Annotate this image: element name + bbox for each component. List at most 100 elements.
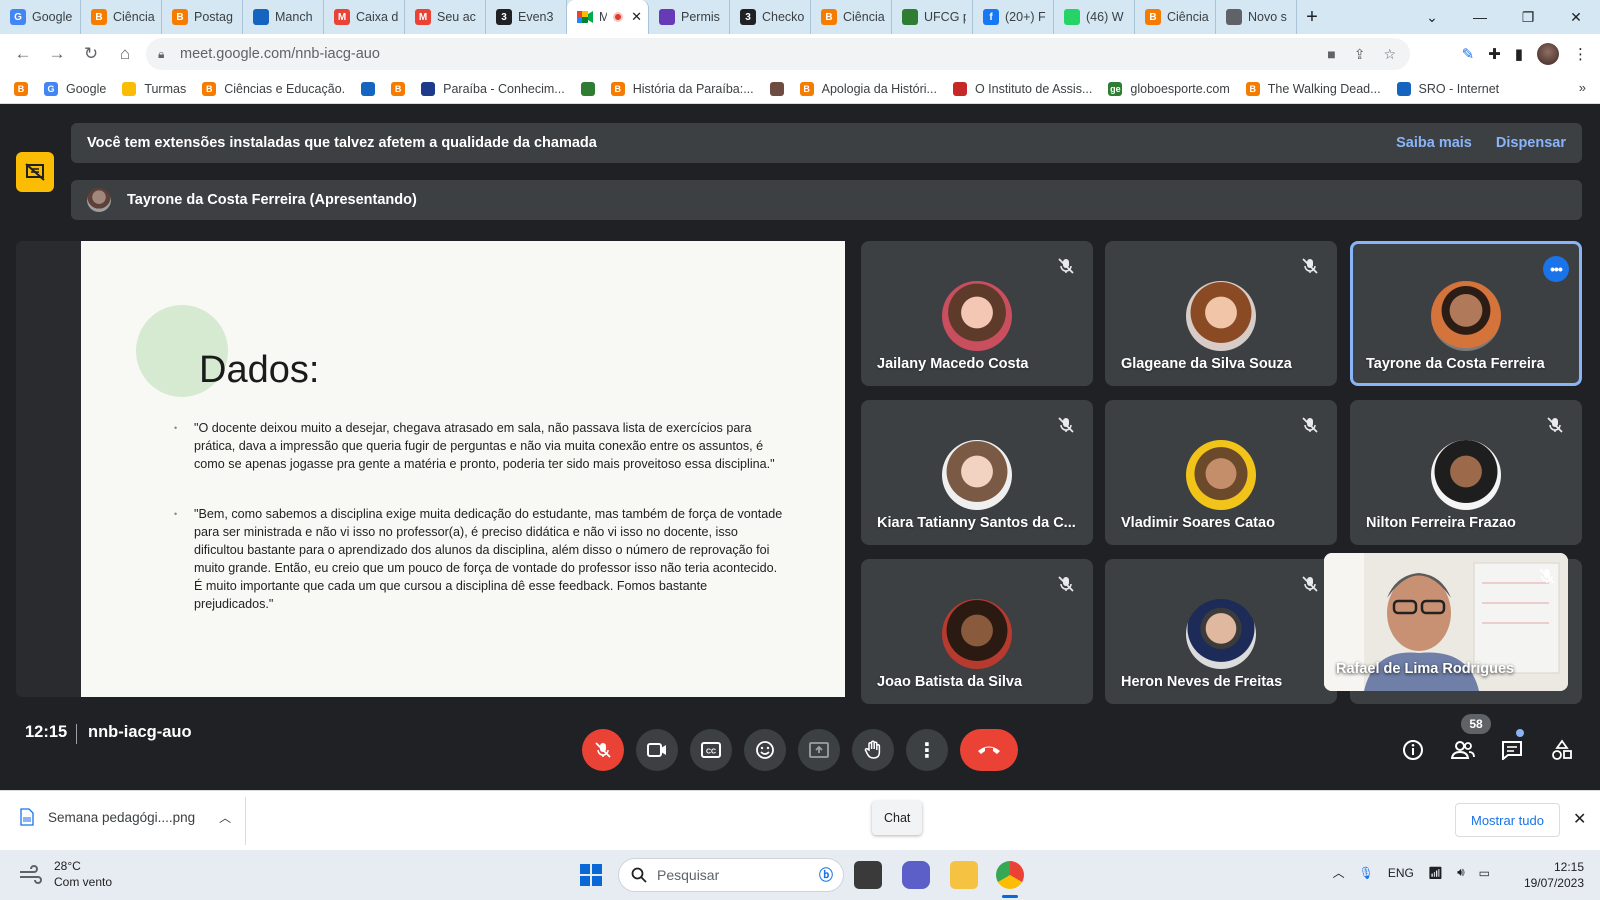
profile-avatar[interactable]	[1537, 43, 1559, 65]
tab-after-6[interactable]: B Ciência	[1135, 0, 1216, 34]
language-indicator[interactable]: ENG	[1388, 866, 1414, 880]
tab-after-4[interactable]: f (20+) F	[973, 0, 1054, 34]
participant-tile[interactable]: Heron Neves de Freitas	[1105, 559, 1337, 704]
tab-after-1[interactable]: 3 Checko	[730, 0, 811, 34]
tab-before-6[interactable]: 3 Even3	[486, 0, 567, 34]
taskbar-app-teams-icon[interactable]	[902, 861, 930, 889]
volume-icon[interactable]: 🔊︎	[1457, 865, 1465, 880]
tab-favicon-icon	[1064, 9, 1080, 25]
captions-button[interactable]: CC	[690, 729, 732, 771]
activities-button[interactable]	[1547, 735, 1577, 765]
bookmark-item[interactable]: G Google	[44, 81, 106, 96]
wifi-icon[interactable]: 📶︎	[1428, 866, 1443, 880]
taskbar-search[interactable]: Pesquisar ⓑ	[618, 858, 844, 892]
battery-icon[interactable]: ▭	[1479, 866, 1490, 880]
side-panel-icon[interactable]: ▮	[1515, 45, 1523, 63]
tab-before-2[interactable]: B Postag	[162, 0, 243, 34]
chat-button[interactable]	[1497, 735, 1527, 765]
tab-before-0[interactable]: G Google	[0, 0, 81, 34]
tab-before-1[interactable]: B Ciência	[81, 0, 162, 34]
close-shelf-icon[interactable]: ✕	[1573, 809, 1586, 829]
camera-toggle-button[interactable]	[636, 729, 678, 771]
self-view-video[interactable]: Rafael de Lima Rodrigues	[1324, 553, 1568, 691]
minimize-button[interactable]: —	[1456, 9, 1504, 25]
maximize-button[interactable]: ❐	[1504, 9, 1552, 26]
raise-hand-button[interactable]	[852, 729, 894, 771]
tab-after-5[interactable]: (46) W	[1054, 0, 1135, 34]
download-filename[interactable]: Semana pedagógi....png	[48, 810, 195, 825]
dismiss-link[interactable]: Dispensar	[1496, 135, 1566, 151]
meeting-details-button[interactable]	[1398, 735, 1428, 765]
bookmark-item[interactable]: B The Walking Dead...	[1245, 81, 1381, 96]
bookmarks-overflow-icon[interactable]: »	[1579, 80, 1586, 95]
participant-tile-presenter[interactable]: ••• Tayrone da Costa Ferreira	[1350, 241, 1582, 386]
tab-meet-active[interactable]: M ✕	[567, 0, 649, 34]
search-placeholder: Pesquisar	[657, 867, 720, 883]
tab-after-7[interactable]: Novo s	[1216, 0, 1297, 34]
tab-before-3[interactable]: Manch	[243, 0, 324, 34]
reload-button[interactable]: ↻	[74, 44, 108, 64]
people-button[interactable]	[1448, 735, 1478, 765]
close-window-button[interactable]: ✕	[1552, 9, 1600, 26]
bookmark-item[interactable]	[580, 81, 595, 96]
bookmark-star-icon[interactable]: ☆	[1383, 46, 1396, 63]
bookmark-item[interactable]: B	[391, 81, 406, 96]
taskbar-clock[interactable]: 12:15 19/07/2023	[1524, 859, 1584, 891]
participant-tile[interactable]: Vladimir Soares Catao	[1105, 400, 1337, 545]
bookmark-item[interactable]: ge globoesporte.com	[1108, 81, 1230, 96]
reactions-button[interactable]	[744, 729, 786, 771]
tab-search-icon[interactable]: ⌄	[1408, 9, 1456, 26]
taskbar-app-chrome-icon[interactable]	[996, 861, 1024, 889]
tab-before-4[interactable]: M Caixa d	[324, 0, 405, 34]
tab-before-5[interactable]: M Seu ac	[405, 0, 486, 34]
taskbar-app-terminal-icon[interactable]	[854, 861, 882, 889]
participant-tile[interactable]: Glageane da Silva Souza	[1105, 241, 1337, 386]
leave-call-button[interactable]	[960, 729, 1018, 771]
present-screen-button[interactable]	[798, 729, 840, 771]
bookmark-item[interactable]: B Apologia da Históri...	[799, 81, 937, 96]
menu-kebab-icon[interactable]: ⋮	[1573, 45, 1588, 63]
participant-tile[interactable]: Jailany Macedo Costa	[861, 241, 1093, 386]
tab-after-0[interactable]: Permis	[649, 0, 730, 34]
bookmark-item[interactable]: SRO - Internet	[1396, 81, 1499, 96]
download-item[interactable]: Semana pedagógi....png ︿	[20, 808, 231, 826]
tab-after-2[interactable]: B Ciência	[811, 0, 892, 34]
bookmark-item[interactable]: B Ciências e Educação.	[202, 81, 345, 96]
bookmark-item[interactable]: Paraíba - Conhecim...	[421, 81, 565, 96]
bookmark-item[interactable]	[361, 81, 376, 96]
omnibox[interactable]: 🔒︎ meet.google.com/nnb-iacg-auo ■ ⇪ ☆	[146, 38, 1410, 70]
camera-in-use-icon[interactable]: ■	[1327, 46, 1335, 62]
lock-icon[interactable]: 🔒︎	[158, 47, 180, 62]
chevron-up-icon[interactable]: ︿	[219, 809, 231, 826]
share-icon[interactable]: ⇪	[1354, 46, 1366, 63]
bookmark-item[interactable]: O Instituto de Assis...	[952, 81, 1092, 96]
stop-presenting-button[interactable]	[16, 152, 54, 192]
tab-close-icon[interactable]: ✕	[631, 9, 642, 25]
more-options-icon[interactable]: •••	[1543, 256, 1569, 282]
participant-tile[interactable]: Nilton Ferreira Frazao	[1350, 400, 1582, 545]
bookmark-item[interactable]: B	[14, 81, 28, 96]
new-tab-button[interactable]: +	[1297, 6, 1327, 29]
show-all-button[interactable]: Mostrar tudo	[1455, 803, 1560, 837]
tray-chevron-icon[interactable]: ︿	[1333, 864, 1345, 881]
extensions-puzzle-icon[interactable]: ✚	[1488, 45, 1501, 63]
extension-icon[interactable]: ✎	[1462, 45, 1475, 63]
bookmark-item[interactable]: B História da Paraíba:...	[610, 81, 754, 96]
learn-more-link[interactable]: Saiba mais	[1396, 135, 1472, 151]
tab-after-3[interactable]: UFCG p	[892, 0, 973, 34]
home-button[interactable]: ⌂	[108, 44, 142, 64]
start-button[interactable]	[580, 864, 602, 886]
bookmark-item[interactable]	[769, 81, 784, 96]
microphone-icon[interactable]: 🎙︎	[1359, 866, 1374, 880]
bookmark-item[interactable]: Turmas	[122, 81, 186, 96]
meeting-code[interactable]: nnb-iacg-auo	[88, 723, 192, 742]
taskbar-app-explorer-icon[interactable]	[950, 861, 978, 889]
forward-button[interactable]: →	[40, 44, 74, 64]
back-button[interactable]: ←	[6, 44, 40, 64]
more-options-button[interactable]: ⋮	[906, 729, 948, 771]
participant-tile[interactable]: Joao Batista da Silva	[861, 559, 1093, 704]
mic-toggle-button[interactable]	[582, 729, 624, 771]
participant-tile[interactable]: Kiara Tatianny Santos da C...	[861, 400, 1093, 545]
url-text[interactable]: meet.google.com/nnb-iacg-auo	[180, 46, 380, 62]
weather-widget[interactable]: 28°C Com vento	[18, 858, 112, 890]
